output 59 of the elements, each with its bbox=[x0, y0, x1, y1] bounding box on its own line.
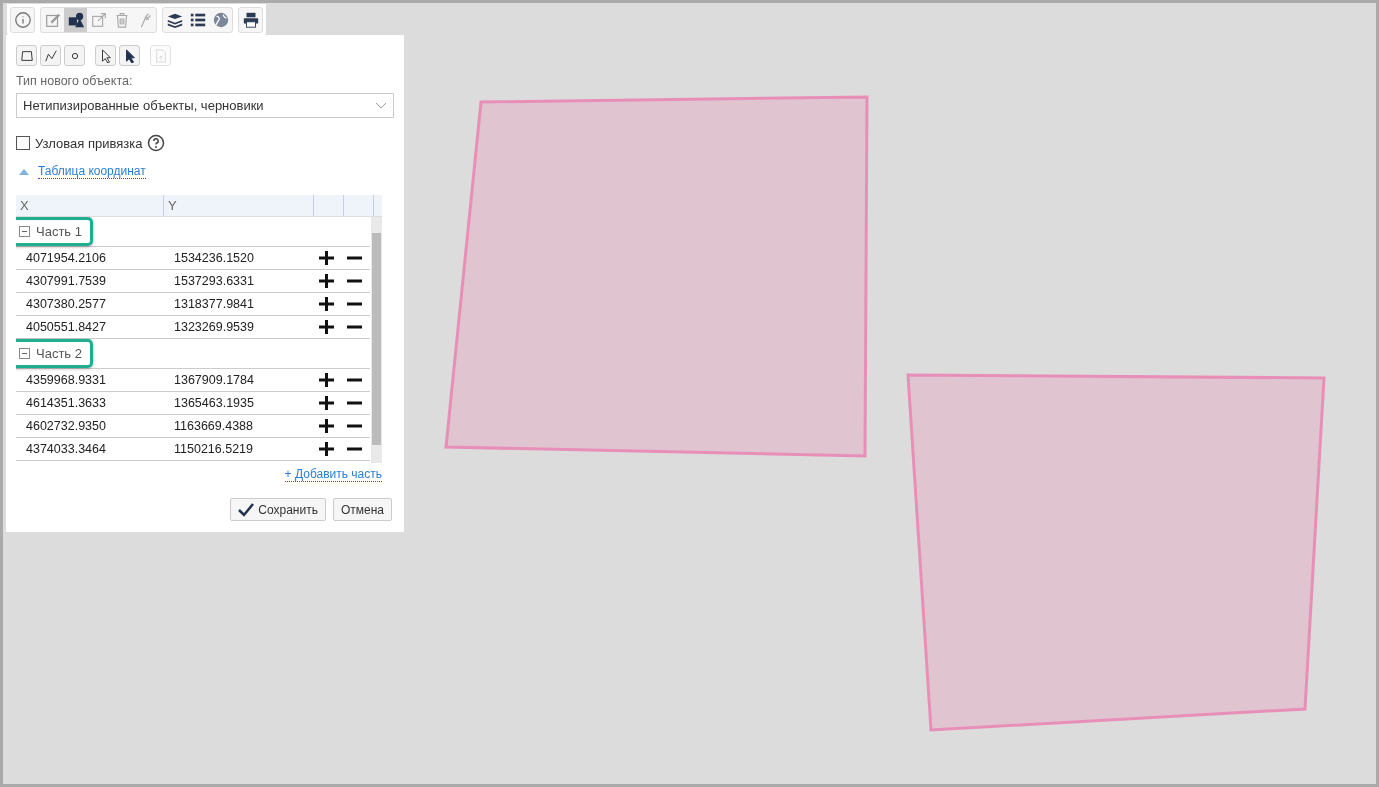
plus-icon[interactable] bbox=[318, 274, 334, 288]
part-group-header[interactable]: Часть 2 bbox=[16, 339, 93, 368]
globe-icon bbox=[211, 11, 230, 29]
shapes-icon bbox=[66, 11, 85, 29]
object-type-select[interactable]: Нетипизированные объекты, черновики bbox=[16, 93, 394, 118]
info-icon bbox=[13, 11, 32, 29]
pointer-tool-button[interactable] bbox=[119, 45, 140, 66]
table-cell-text: 4374033.3464 bbox=[25, 442, 107, 456]
table-cell-text: 1367909.1784 bbox=[173, 373, 255, 387]
column-header: Y bbox=[164, 195, 314, 216]
add-part-link[interactable]: + Добавить часть bbox=[284, 467, 382, 482]
polyline-icon bbox=[43, 48, 58, 63]
plus-icon[interactable] bbox=[318, 251, 334, 265]
table-cell-text: 4614351.3633 bbox=[25, 396, 107, 410]
help-icon[interactable] bbox=[147, 134, 166, 152]
edit-icon bbox=[43, 11, 62, 29]
plus-icon[interactable] bbox=[318, 297, 334, 311]
table-cell-text: 1365463.1935 bbox=[173, 396, 255, 410]
polygon-tool-button[interactable] bbox=[16, 45, 37, 66]
table-cell-text: 4307380.2577 bbox=[25, 297, 107, 311]
table-cell-text: 1150216.5219 bbox=[173, 442, 255, 456]
export-icon bbox=[89, 11, 108, 29]
table-cell-text: 4050551.8427 bbox=[25, 320, 107, 334]
circle-tool-button[interactable] bbox=[64, 45, 85, 66]
table-cell-text: 4307991.7539 bbox=[25, 274, 107, 288]
shapes-tool-button[interactable] bbox=[64, 8, 87, 32]
layers-icon bbox=[165, 11, 184, 29]
pointer-outline-tool-button[interactable] bbox=[95, 45, 116, 66]
csv-file-icon bbox=[153, 48, 168, 63]
table-cell-text: 4602732.9350 bbox=[25, 419, 107, 433]
collapse-icon[interactable] bbox=[19, 226, 30, 237]
part-group-header[interactable]: Часть 1 bbox=[16, 217, 93, 246]
table-cell-text: 1163669.4388 bbox=[173, 419, 255, 433]
table-cell-text: 1323269.9539 bbox=[173, 320, 255, 334]
field-label: Тип нового объекта: bbox=[16, 74, 134, 88]
column-header: X bbox=[16, 195, 164, 216]
plus-icon[interactable] bbox=[318, 419, 334, 433]
checkbox[interactable] bbox=[16, 136, 30, 150]
checkmark-icon bbox=[238, 502, 255, 517]
table-cell-text: 1537293.6331 bbox=[173, 274, 255, 288]
collapse-icon[interactable] bbox=[19, 348, 30, 359]
scrollbar[interactable] bbox=[371, 217, 382, 463]
table-cell-text: 4071954.2106 bbox=[25, 251, 107, 265]
table-cell-text: 1534236.1520 bbox=[173, 251, 255, 265]
plus-icon[interactable] bbox=[318, 373, 334, 387]
polyline-tool-button[interactable] bbox=[40, 45, 61, 66]
table-cell-text: 1318377.9841 bbox=[173, 297, 255, 311]
save-button[interactable]: Сохранить bbox=[230, 498, 326, 521]
coordinates-table-link[interactable]: Таблица координат bbox=[38, 164, 146, 179]
polygon-icon bbox=[19, 48, 34, 63]
chevron-down-icon bbox=[375, 101, 387, 110]
print-icon bbox=[241, 11, 260, 29]
plus-icon[interactable] bbox=[318, 320, 334, 334]
plus-icon[interactable] bbox=[318, 442, 334, 456]
table-cell-text: 4359968.9331 bbox=[25, 373, 107, 387]
list-icon bbox=[188, 11, 207, 29]
cancel-button[interactable]: Отмена bbox=[332, 498, 392, 521]
checkbox-label: Узловая привязка bbox=[35, 135, 143, 151]
plus-icon[interactable] bbox=[318, 396, 334, 410]
